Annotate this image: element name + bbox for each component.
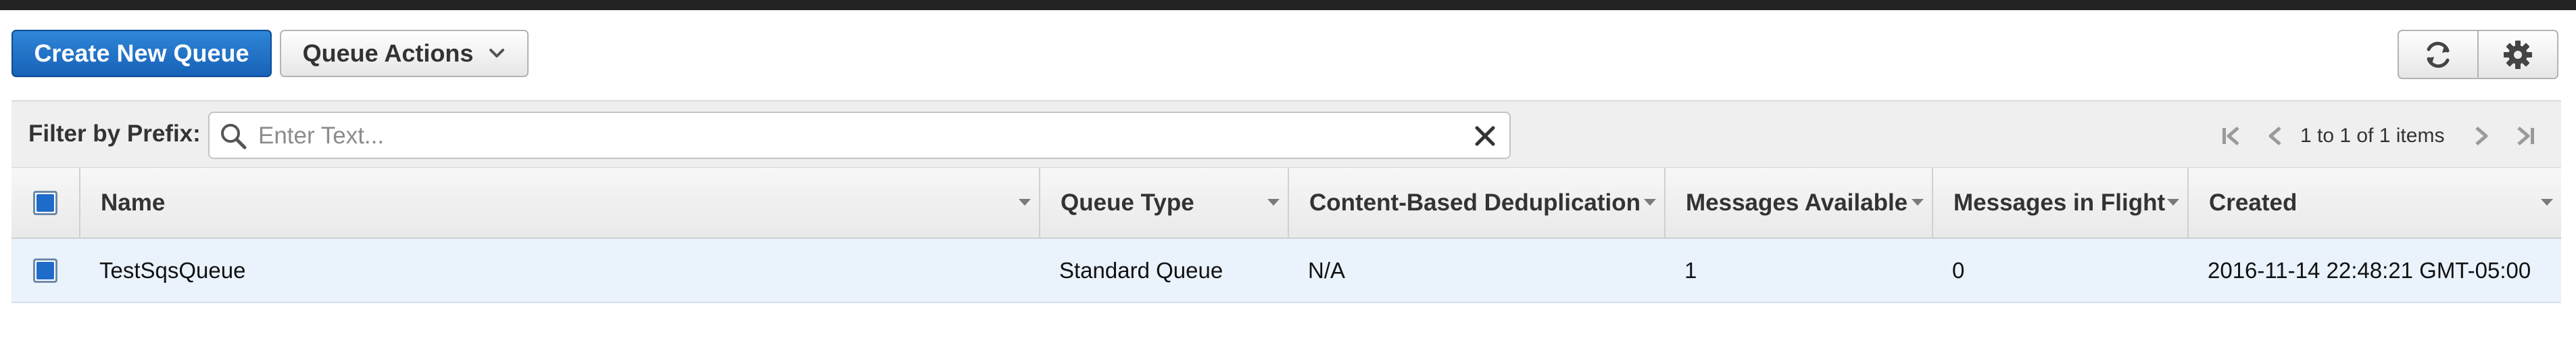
cell-created: 2016-11-14 22:48:21 GMT-05:00	[2208, 257, 2531, 283]
gear-icon	[2504, 40, 2532, 69]
filter-prefix-input[interactable]	[257, 117, 1449, 155]
create-new-queue-button[interactable]: Create New Queue	[11, 30, 272, 77]
top-header-bar	[0, 0, 2576, 10]
pagination-text: 1 to 1 of 1 items	[2300, 124, 2445, 147]
cell-name: TestSqsQueue	[99, 257, 246, 283]
column-header-name[interactable]: Name	[79, 168, 1039, 237]
filter-label: Filter by Prefix:	[28, 120, 201, 147]
last-page-icon	[2517, 127, 2535, 145]
table-row[interactable]: TestSqsQueue Standard Queue N/A 1 0 2016…	[11, 239, 2561, 303]
last-page-button[interactable]	[2509, 120, 2542, 152]
cell-messages-in-flight: 0	[1952, 257, 1965, 283]
queue-actions-dropdown[interactable]: Queue Actions	[280, 30, 529, 77]
toolbar-icon-group	[2398, 30, 2558, 79]
queue-table: Name Queue Type Content-Based Deduplicat…	[11, 168, 2561, 303]
select-all-checkbox[interactable]	[33, 190, 57, 215]
cell-queue-type: Standard Queue	[1059, 257, 1223, 283]
sort-caret-icon	[2167, 199, 2179, 206]
column-header-label: Messages in Flight	[1953, 189, 2166, 216]
toolbar: Create New Queue Queue Actions	[0, 10, 2576, 95]
sort-caret-icon	[1019, 199, 1031, 206]
row-checkbox[interactable]	[33, 258, 57, 283]
row-select-cell	[11, 239, 79, 302]
settings-button[interactable]	[2477, 31, 2557, 78]
first-page-button[interactable]	[2215, 120, 2247, 152]
chevron-right-icon	[2475, 127, 2488, 145]
column-header-label: Messages Available	[1686, 189, 1908, 216]
column-header-queue-type[interactable]: Queue Type	[1039, 168, 1288, 237]
select-all-cell	[11, 168, 79, 237]
pagination: 1 to 1 of 1 items	[2215, 116, 2542, 156]
column-header-label: Content-Based Deduplication	[1309, 189, 1641, 216]
column-header-label: Queue Type	[1061, 189, 1194, 216]
cell-messages-available: 1	[1684, 257, 1697, 283]
refresh-button[interactable]	[2399, 31, 2477, 78]
chevron-down-icon	[489, 49, 505, 58]
close-icon[interactable]	[1472, 122, 1499, 150]
table-header: Name Queue Type Content-Based Deduplicat…	[11, 168, 2561, 239]
column-header-content-based-deduplication[interactable]: Content-Based Deduplication	[1288, 168, 1664, 237]
first-page-icon	[2222, 127, 2239, 145]
previous-page-button[interactable]	[2260, 120, 2292, 152]
column-header-label: Created	[2209, 189, 2298, 216]
sort-caret-icon	[1644, 199, 1656, 206]
sort-caret-icon	[2541, 199, 2553, 206]
column-header-created[interactable]: Created	[2187, 168, 2561, 237]
sort-caret-icon	[1912, 199, 1924, 206]
column-header-label: Name	[101, 189, 166, 216]
search-icon	[221, 124, 247, 150]
queue-actions-label: Queue Actions	[302, 39, 474, 67]
refresh-icon	[2427, 41, 2450, 68]
cell-dedup: N/A	[1308, 257, 1346, 283]
sort-caret-icon	[1267, 199, 1280, 206]
column-header-messages-available[interactable]: Messages Available	[1664, 168, 1932, 237]
chevron-left-icon	[2268, 127, 2281, 145]
next-page-button[interactable]	[2464, 120, 2497, 152]
filter-bar: Filter by Prefix: 1 to 1 of 1 items	[11, 100, 2561, 168]
column-header-messages-in-flight[interactable]: Messages in Flight	[1932, 168, 2187, 237]
filter-input-wrapper	[208, 112, 1511, 159]
